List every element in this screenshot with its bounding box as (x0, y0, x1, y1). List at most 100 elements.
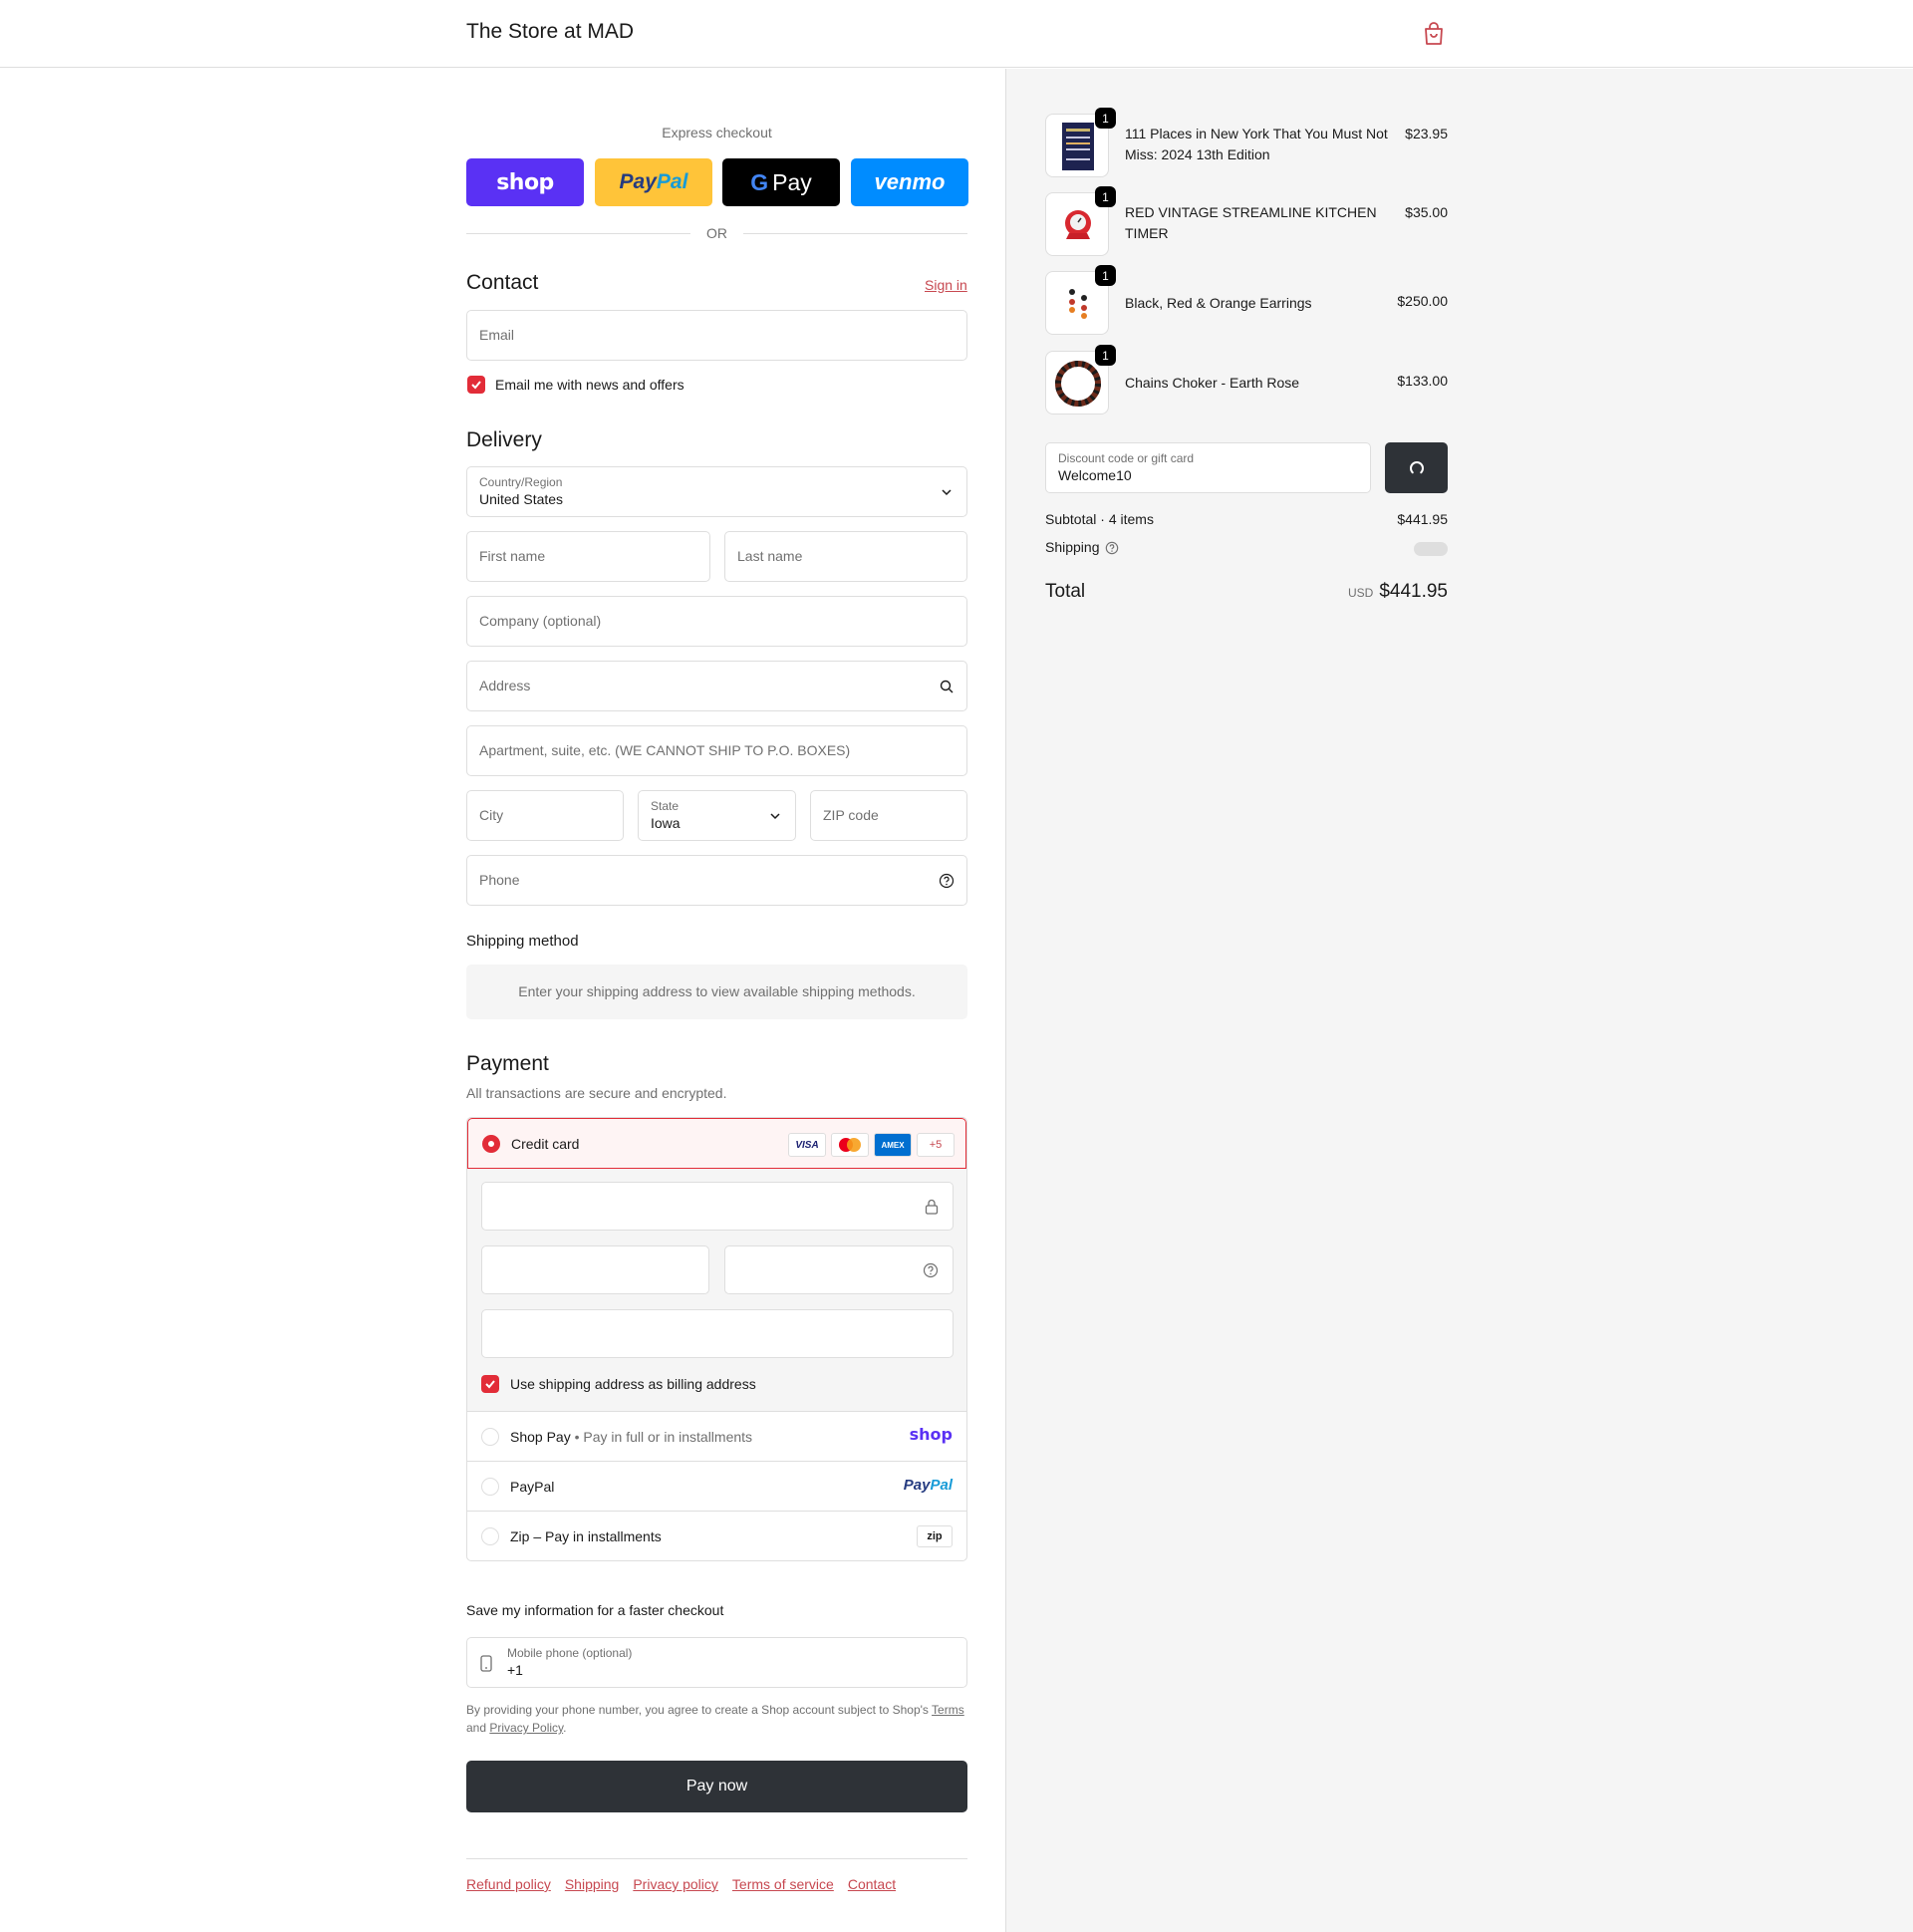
terms-link[interactable]: Terms (932, 1703, 964, 1717)
discount-value: Welcome10 (1058, 467, 1132, 483)
email-field[interactable]: Email (466, 310, 967, 361)
or-divider: OR (466, 223, 967, 243)
paypal-logo-pal: Pal (656, 170, 688, 193)
paypal-radio[interactable] (481, 1478, 499, 1496)
zip-option[interactable]: Zip – Pay in installments zip (467, 1511, 966, 1560)
shipping-policy-link[interactable]: Shipping (565, 1876, 620, 1892)
shop-pay-button[interactable]: shop (466, 158, 584, 206)
address-placeholder: Address (479, 678, 531, 693)
shop-pay-logo: shop (909, 1425, 953, 1444)
credit-card-label: Credit card (511, 1136, 580, 1152)
city-field[interactable]: City (466, 790, 624, 841)
credit-card-radio[interactable] (482, 1135, 500, 1153)
lock-icon (925, 1199, 939, 1215)
credit-card-form: Use shipping address as billing address (467, 1169, 966, 1411)
discount-label: Discount code or gift card (1058, 451, 1195, 465)
paypal-label: PayPal (510, 1479, 555, 1495)
delivery-title: Delivery (466, 428, 542, 451)
shop-pay-radio[interactable] (481, 1428, 499, 1446)
subtotal-row: Subtotal · 4 items $441.95 (1045, 511, 1448, 527)
search-icon (940, 680, 954, 693)
amex-icon: AMEX (874, 1133, 912, 1157)
apartment-field[interactable]: Apartment, suite, etc. (WE CANNOT SHIP T… (466, 725, 967, 776)
chevron-down-icon (770, 813, 780, 820)
google-pay-label: Pay (772, 168, 812, 195)
mobile-phone-label: Mobile phone (optional) (507, 1646, 633, 1660)
phone-placeholder: Phone (479, 872, 520, 888)
total-label: Total (1045, 581, 1086, 602)
zip-field[interactable]: ZIP code (810, 790, 967, 841)
billing-address-checkbox[interactable] (481, 1375, 499, 1393)
or-label: OR (706, 225, 727, 241)
privacy-policy-footer-link[interactable]: Privacy policy (633, 1876, 718, 1892)
help-icon[interactable] (1105, 541, 1119, 555)
help-icon[interactable] (939, 873, 955, 889)
paypal-logo-pal: Pal (930, 1477, 953, 1494)
zip-radio[interactable] (481, 1527, 499, 1545)
country-value: United States (479, 491, 564, 507)
line-item: 1 Chains Choker - Earth Rose $133.00 (1045, 345, 1448, 416)
more-cards-badge: +5 (917, 1133, 955, 1157)
pay-now-button[interactable]: Pay now (466, 1761, 967, 1812)
company-field[interactable]: Company (optional) (466, 596, 967, 647)
google-g-icon: G (750, 168, 769, 195)
state-value: Iowa (651, 815, 681, 831)
refund-policy-link[interactable]: Refund policy (466, 1876, 551, 1892)
discount-code-field[interactable]: Discount code or gift card Welcome10 (1045, 442, 1371, 493)
email-placeholder: Email (479, 327, 515, 343)
subtotal-value: $441.95 (1397, 511, 1448, 527)
total-value: $441.95 (1379, 581, 1448, 602)
mobile-phone-value: +1 (507, 1662, 523, 1678)
total-amount: USD $441.95 (1348, 581, 1448, 603)
terms-of-service-link[interactable]: Terms of service (732, 1876, 834, 1892)
paypal-logo-pay: Pay (903, 1477, 931, 1494)
zip-logo: zip (917, 1525, 953, 1547)
payment-subtitle: All transactions are secure and encrypte… (466, 1085, 727, 1101)
country-label: Country/Region (479, 475, 563, 489)
mobile-phone-field[interactable]: Mobile phone (optional) +1 (466, 1637, 967, 1688)
security-code-field[interactable] (724, 1245, 954, 1294)
paypal-button[interactable]: Pay Pal (595, 158, 712, 206)
country-select[interactable]: Country/Region United States (466, 466, 967, 517)
item-price: $35.00 (1405, 204, 1448, 220)
item-name: 111 Places in New York That You Must Not… (1125, 126, 1388, 162)
news-checkbox[interactable] (467, 376, 485, 394)
quantity-badge: 1 (1095, 186, 1116, 207)
total-row: Total USD $441.95 (1045, 581, 1448, 607)
name-on-card-field[interactable] (481, 1309, 954, 1358)
currency-code: USD (1347, 586, 1374, 600)
shop-pay-option[interactable]: Shop Pay • Pay in full or in installment… (467, 1411, 966, 1461)
state-label: State (651, 799, 680, 813)
line-item: 1 Black, Red & Orange Earrings $250.00 (1045, 265, 1448, 337)
check-icon (471, 381, 481, 390)
subtotal-label: Subtotal · 4 items (1045, 511, 1154, 527)
paypal-logo: PayPal (904, 1477, 953, 1494)
phone-field[interactable]: Phone (466, 855, 967, 906)
shipping-label: Shipping (1045, 539, 1100, 555)
credit-card-option[interactable]: Credit card VISA AMEX +5 (467, 1118, 966, 1169)
venmo-button[interactable]: venmo (851, 158, 968, 206)
item-price: $23.95 (1405, 126, 1448, 141)
google-pay-button[interactable]: G Pay (722, 158, 840, 206)
privacy-policy-link[interactable]: Privacy Policy (489, 1721, 563, 1735)
order-summary-panel (1005, 69, 1913, 1932)
last-name-field[interactable]: Last name (724, 531, 967, 582)
billing-address-label: Use shipping address as billing address (510, 1376, 756, 1392)
item-price: $133.00 (1397, 373, 1448, 389)
line-item: 1 RED VINTAGE STREAMLINE KITCHEN TIMER $… (1045, 186, 1448, 258)
first-name-field[interactable]: First name (466, 531, 710, 582)
paypal-option[interactable]: PayPal PayPal (467, 1461, 966, 1511)
shop-pay-option-label: Shop Pay • Pay in full or in installment… (510, 1429, 753, 1445)
address-field[interactable]: Address (466, 661, 967, 711)
line-item: 1 111 Places in New York That You Must N… (1045, 108, 1448, 179)
city-placeholder: City (479, 807, 504, 823)
sign-in-link[interactable]: Sign in (925, 277, 967, 293)
shopping-bag-icon[interactable] (1423, 22, 1445, 46)
state-select[interactable]: State Iowa (638, 790, 796, 841)
contact-link[interactable]: Contact (848, 1876, 896, 1892)
help-icon[interactable] (923, 1262, 939, 1278)
store-name[interactable]: The Store at MAD (466, 20, 634, 44)
apply-discount-button[interactable] (1385, 442, 1448, 493)
card-number-field[interactable] (481, 1182, 954, 1231)
expiration-date-field[interactable] (481, 1245, 709, 1294)
